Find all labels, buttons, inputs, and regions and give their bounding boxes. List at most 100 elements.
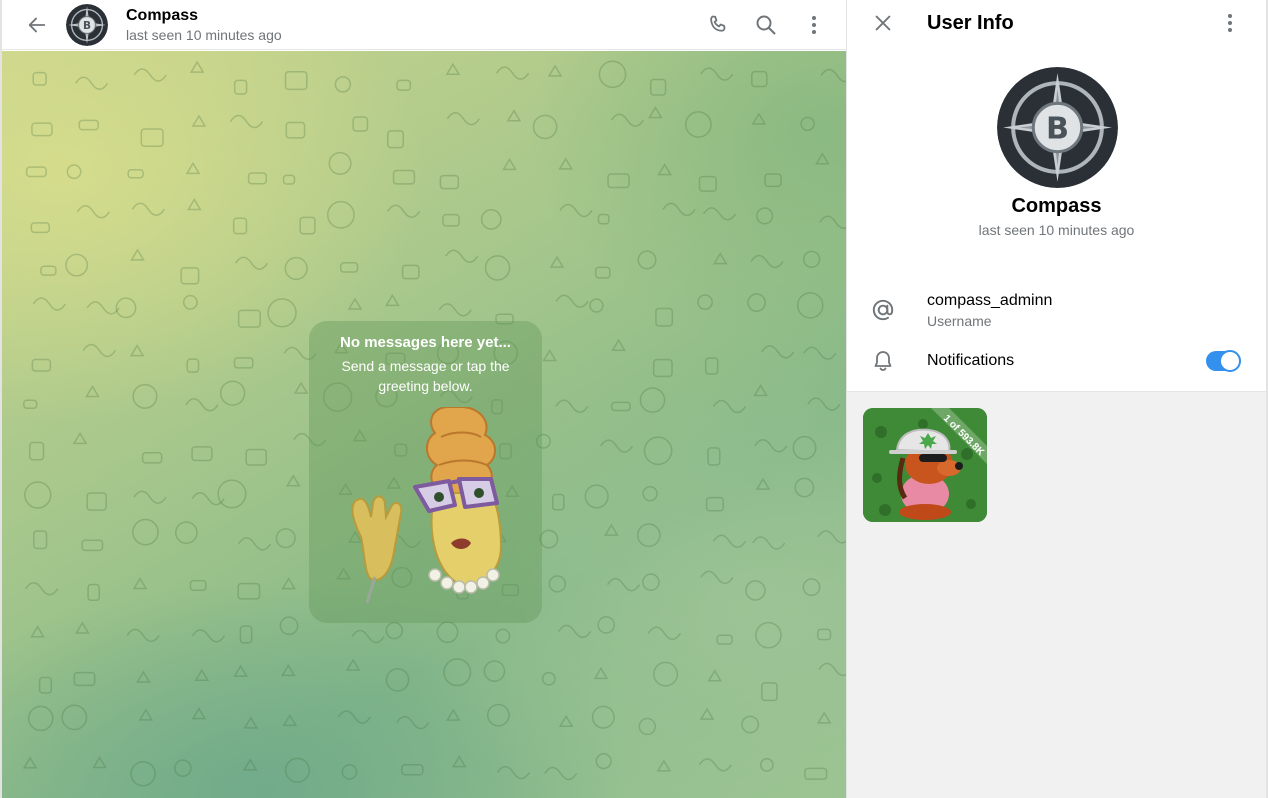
phone-icon: [710, 15, 726, 32]
doodle-shape: [75, 621, 90, 634]
doodle-shape: [606, 577, 641, 592]
doodle-shape: [662, 202, 696, 217]
doodle-shape: [637, 250, 657, 270]
doodle-shape: [392, 169, 416, 185]
doodle-shape: [136, 670, 151, 683]
back-button[interactable]: [17, 5, 57, 45]
doodle-shape: [649, 78, 667, 96]
doodle-shape: [284, 70, 308, 91]
doodle-shape: [802, 578, 821, 597]
doodle-shape: [712, 252, 728, 265]
doodle-shape: [655, 307, 674, 327]
doodle-shape: [532, 114, 558, 140]
doodle-shape: [792, 435, 817, 460]
doodle-shape: [174, 759, 192, 778]
doodle-shape: [66, 164, 82, 180]
doodle-shape: [506, 109, 522, 122]
doodle-shape: [610, 401, 631, 412]
empty-chat-title: No messages here yet...: [340, 334, 511, 351]
svg-text:B: B: [1046, 112, 1069, 147]
doodle-shape: [132, 383, 158, 409]
call-button[interactable]: [698, 5, 738, 45]
user-info-panel: User Info B Compass last seen 10 minutes…: [846, 0, 1268, 798]
doodle-shape: [40, 265, 57, 276]
doodle-shape: [186, 358, 200, 373]
doodle-shape: [753, 383, 768, 397]
doodle-shape: [282, 174, 296, 185]
doodle-shape: [598, 60, 627, 89]
doodle-shape: [30, 222, 50, 234]
doodle-shape: [642, 573, 660, 592]
doodle-shape: [484, 255, 511, 281]
doodle-shape: [656, 759, 672, 772]
doodle-shape: [819, 215, 846, 230]
notifications-row[interactable]: Notifications: [847, 344, 1266, 378]
doodle-shape: [232, 217, 248, 235]
doodle-shape: [639, 387, 666, 413]
doodle-shape: [242, 758, 258, 771]
doodle-shape: [174, 521, 198, 544]
close-button[interactable]: [863, 3, 903, 43]
doodle-shape: [282, 713, 298, 727]
gift-card[interactable]: 1 of 593.8K: [863, 408, 987, 522]
user-info-card: User Info B Compass last seen 10 minutes…: [847, 0, 1266, 392]
doodle-shape: [23, 399, 38, 410]
doodle-shape: [652, 358, 673, 378]
doodle-shape: [800, 116, 815, 132]
doodle-shape: [647, 626, 681, 641]
doodle-shape: [436, 621, 459, 644]
user-info-header: User Info: [847, 0, 1266, 46]
doodle-shape: [78, 119, 99, 131]
doodle-shape: [191, 114, 207, 127]
doodle-shape: [351, 629, 385, 644]
doodle-shape: [443, 658, 472, 687]
notifications-toggle[interactable]: [1206, 350, 1241, 372]
doodle-shape: [65, 253, 89, 277]
doodle-shape: [755, 621, 782, 649]
doodle-shape: [326, 200, 355, 229]
doodle-shape: [597, 616, 615, 634]
doodle-shape: [446, 112, 481, 126]
search-button[interactable]: [746, 5, 786, 45]
profile-avatar[interactable]: B: [997, 67, 1118, 188]
doodle-shape: [555, 294, 589, 308]
doodle-shape: [92, 756, 107, 769]
doodle-shape: [445, 708, 461, 721]
svg-text:B: B: [83, 19, 91, 31]
doodle-shape: [816, 628, 832, 641]
chat-menu-button[interactable]: [794, 5, 834, 45]
doodle-shape: [741, 715, 760, 734]
doodle-shape: [243, 716, 259, 729]
bell-icon: [874, 351, 892, 371]
greeting-sticker[interactable]: [331, 407, 521, 607]
doodle-shape: [140, 128, 164, 148]
chat-title[interactable]: Compass: [126, 6, 282, 25]
doodle-shape: [539, 529, 559, 549]
doodle-shape: [761, 682, 778, 702]
doodle-shape: [284, 256, 308, 281]
doodle-shape: [33, 530, 48, 550]
doodle-shape: [237, 309, 261, 328]
doodle-shape: [285, 121, 306, 139]
doodle-shape: [334, 76, 352, 93]
doodle-shape: [451, 755, 467, 768]
profile-status: last seen 10 minutes ago: [978, 222, 1135, 238]
doodle-shape: [267, 298, 297, 328]
doodle-shape: [594, 266, 611, 279]
doodle-shape: [445, 249, 479, 263]
doodle-shape: [542, 349, 557, 362]
doodle-shape: [87, 583, 101, 602]
doodle-shape: [697, 294, 713, 311]
doodle-shape: [699, 707, 715, 720]
chat-avatar[interactable]: B: [66, 3, 108, 46]
doodle-shape: [194, 668, 210, 682]
gift-sticker-dog: [863, 408, 987, 522]
doodle-shape: [604, 523, 619, 536]
user-info-menu-button[interactable]: [1210, 3, 1250, 43]
doodle-shape: [61, 704, 88, 731]
doodle-shape: [138, 708, 154, 721]
username-row[interactable]: compass_adminn Username: [847, 288, 1266, 332]
compass-logo-icon: B: [997, 67, 1118, 188]
doodle-shape: [385, 667, 410, 692]
empty-chat-subtitle: Send a message or tap the greeting below…: [341, 358, 510, 394]
